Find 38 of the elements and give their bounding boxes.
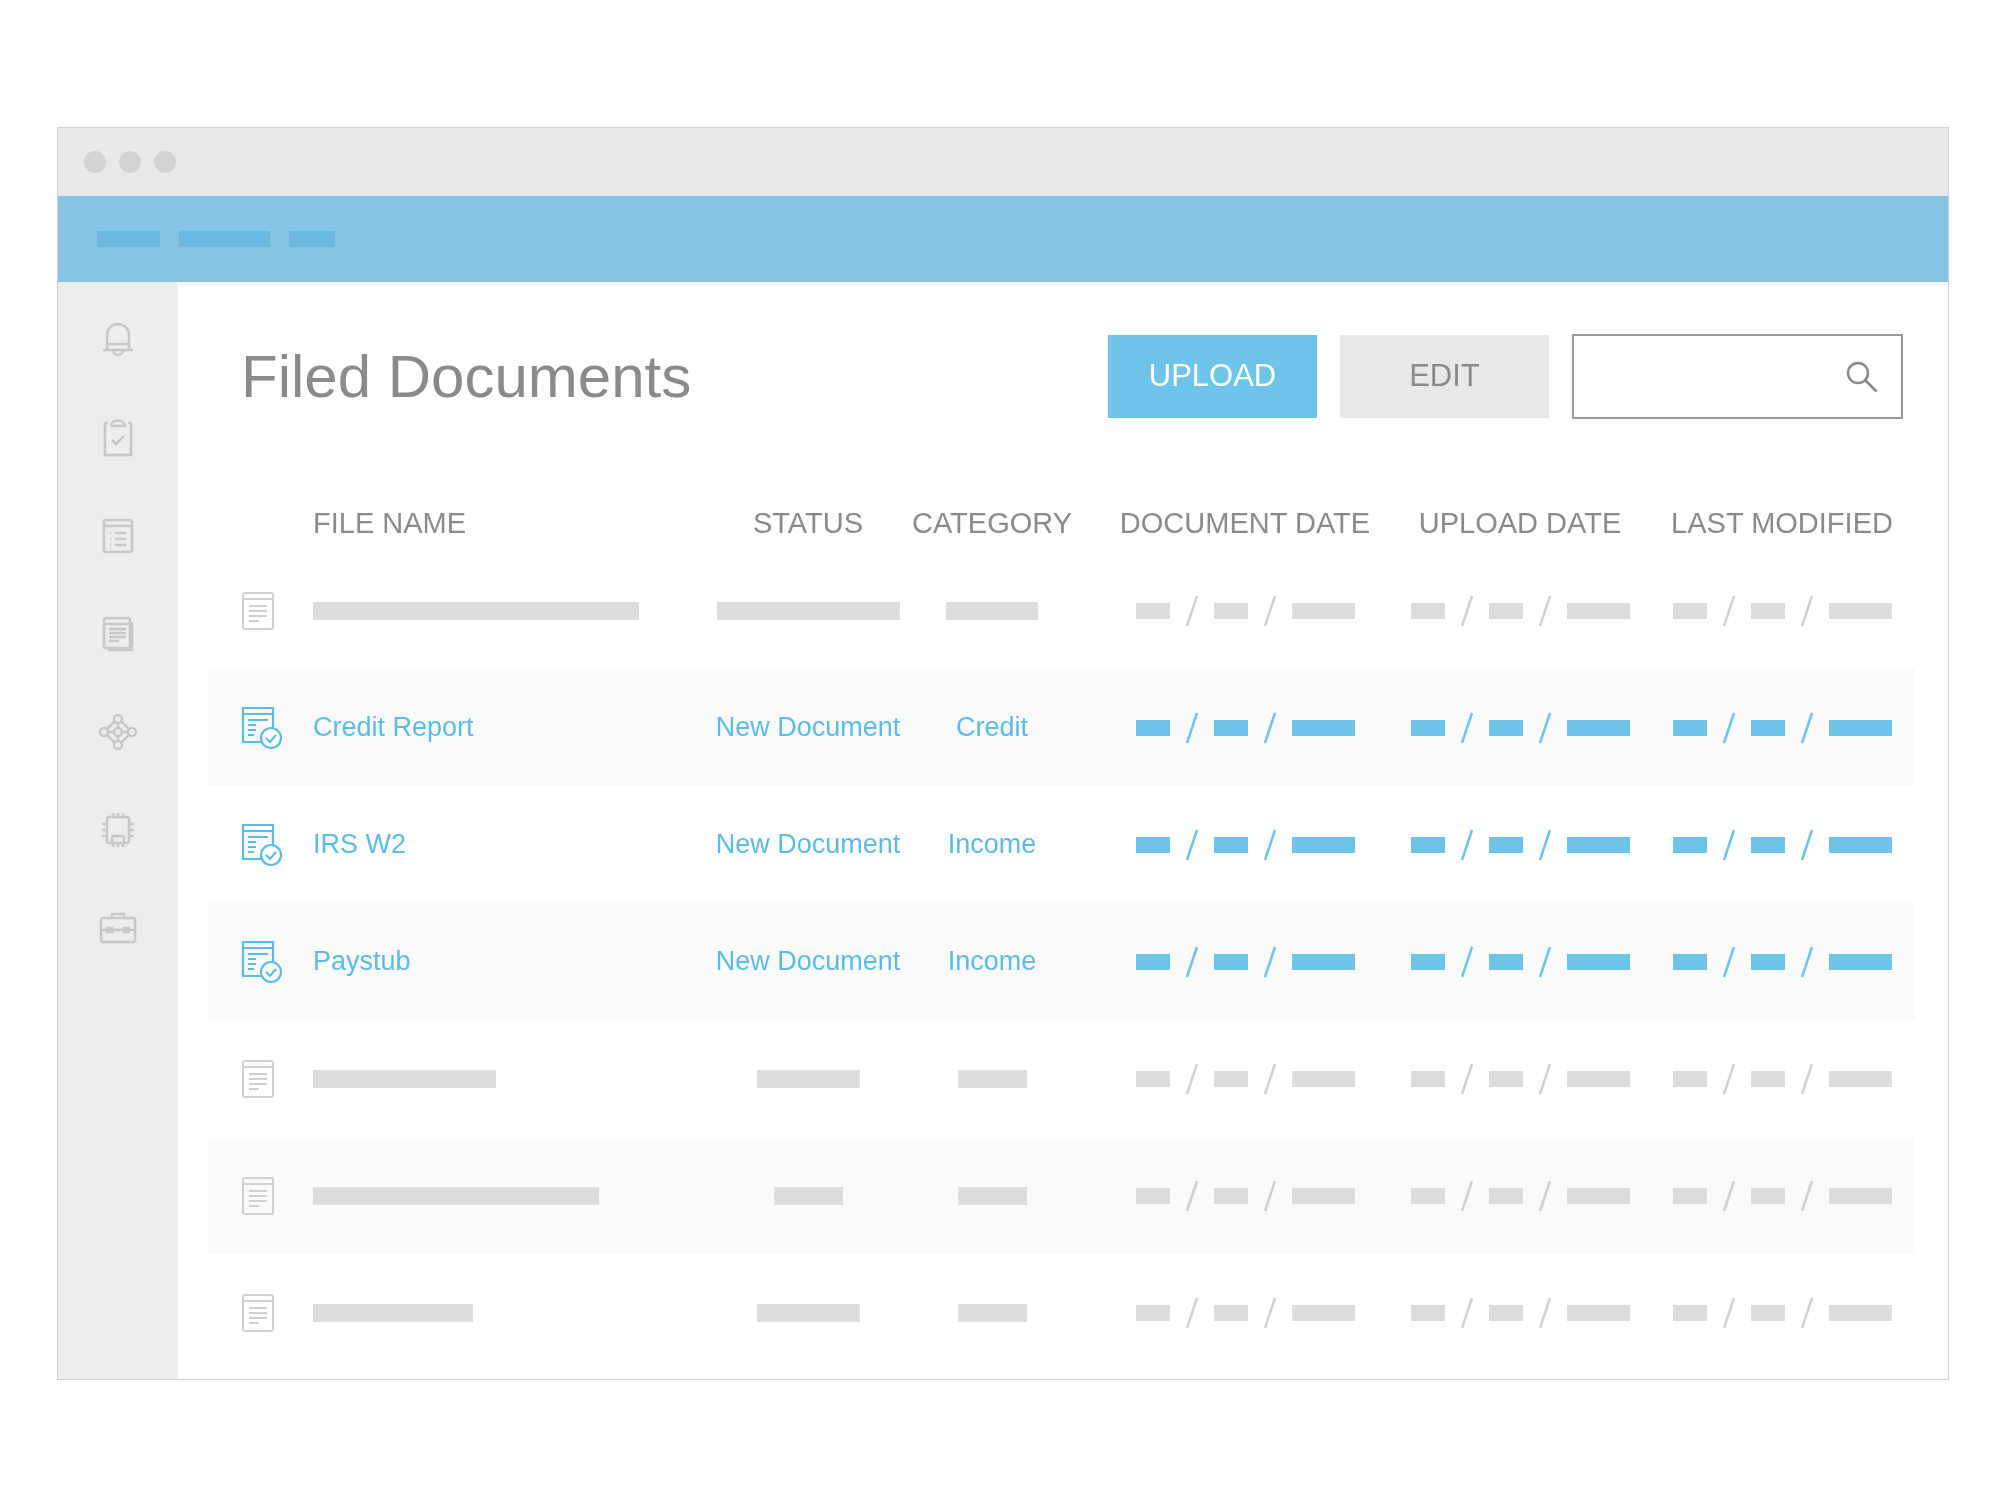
table-row[interactable]: Credit Report New Document Credit	[208, 669, 1915, 786]
nav-placeholder[interactable]	[289, 231, 335, 247]
column-header[interactable]: UPLOAD DATE	[1418, 502, 1622, 546]
edit-button[interactable]: EDIT	[1340, 335, 1549, 418]
table-row[interactable]	[208, 1137, 1915, 1254]
search-icon	[1845, 359, 1879, 394]
document-status: New Document	[715, 711, 901, 745]
document-category: Credit	[956, 711, 1028, 745]
network-icon[interactable]	[98, 712, 138, 752]
document-icon	[241, 1058, 277, 1099]
text-placeholder	[957, 1186, 1027, 1205]
nav-placeholder[interactable]	[97, 231, 160, 247]
document-status: New Document	[715, 945, 901, 979]
upload-button[interactable]: UPLOAD	[1108, 335, 1317, 418]
text-placeholder	[773, 1186, 843, 1205]
document-category: Income	[947, 828, 1037, 862]
file-name[interactable]: Paystub	[313, 941, 411, 982]
document-icon	[241, 590, 277, 631]
document-icon	[241, 1175, 277, 1216]
file-name[interactable]: IRS W2	[313, 824, 406, 865]
text-placeholder	[957, 1303, 1027, 1322]
table-row[interactable]: Paystub New Document Income	[208, 903, 1915, 1020]
column-header[interactable]: FILE NAME	[313, 502, 467, 546]
nav-placeholder[interactable]	[179, 231, 270, 247]
column-header[interactable]: STATUS	[752, 502, 864, 546]
document-icon	[241, 1292, 277, 1333]
column-header[interactable]: DOCUMENT DATE	[1119, 502, 1371, 546]
document-check-icon	[241, 822, 283, 867]
column-header[interactable]: LAST MODIFIED	[1671, 502, 1893, 546]
page-title: Filed Documents	[241, 346, 692, 407]
document-check-icon	[241, 939, 283, 984]
text-placeholder	[957, 1069, 1027, 1088]
document-category: Income	[947, 945, 1037, 979]
search-field[interactable]	[1572, 334, 1903, 419]
document-check-icon	[241, 705, 283, 750]
file-name[interactable]: Credit Report	[313, 707, 474, 748]
column-header[interactable]: CATEGORY	[911, 502, 1073, 546]
document-status: New Document	[715, 828, 901, 862]
